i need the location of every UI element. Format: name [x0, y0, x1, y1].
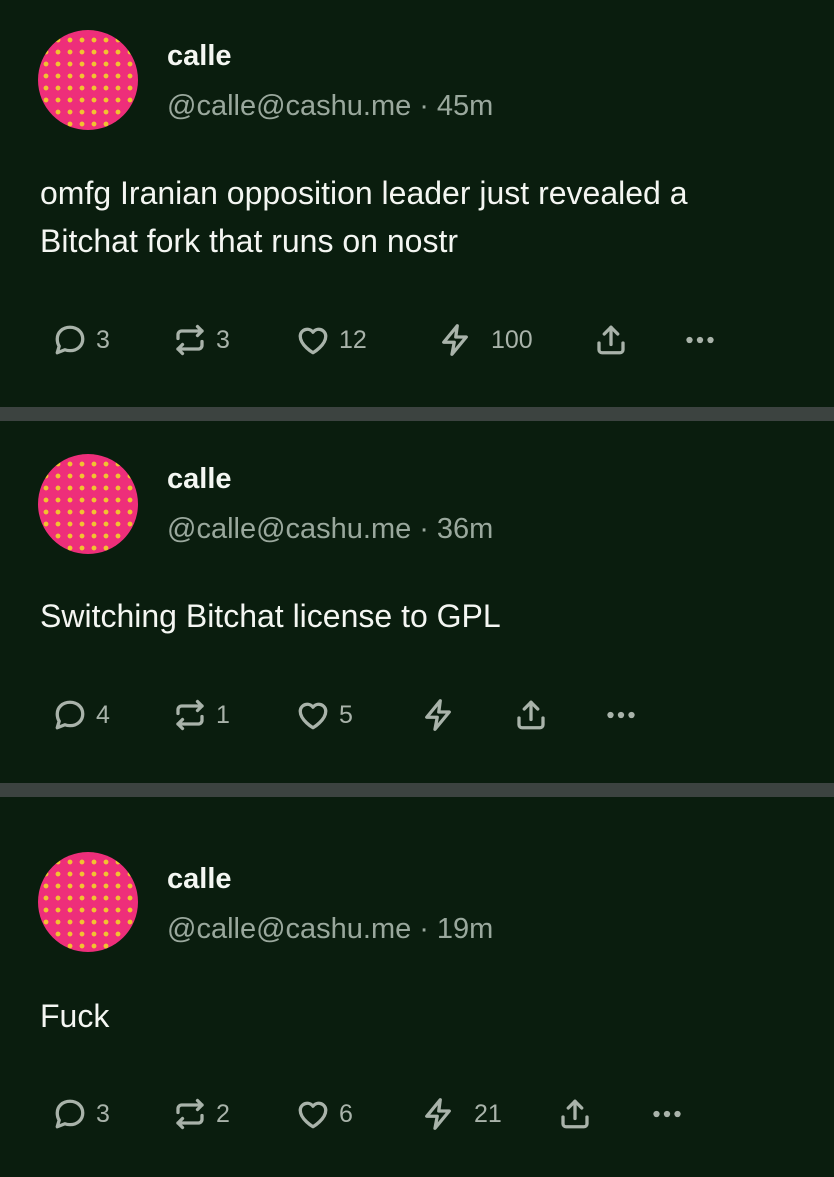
author-handle[interactable]: @calle@cashu.me: [167, 90, 411, 122]
zap-button[interactable]: 100: [437, 318, 533, 362]
author-handle-line: @calle@cashu.me · 19m: [167, 912, 493, 946]
reply-button[interactable]: 3: [52, 318, 110, 362]
share-button[interactable]: [513, 693, 549, 737]
share-icon: [597, 325, 625, 355]
post-time[interactable]: 45m: [437, 90, 493, 122]
post-content: Fuck: [40, 992, 810, 1040]
share-icon: [517, 700, 545, 730]
like-count: 12: [339, 325, 367, 354]
avatar[interactable]: [38, 454, 138, 554]
like-button[interactable]: 5: [295, 693, 353, 737]
share-button[interactable]: [593, 318, 629, 362]
post-content-line: omfg Iranian opposition leader just reve…: [40, 175, 688, 211]
separator-dot: ·: [419, 913, 429, 945]
reply-button[interactable]: 3: [52, 1092, 110, 1136]
more-icon: [607, 711, 635, 719]
like-count: 5: [339, 700, 353, 729]
reply-icon: [55, 325, 85, 355]
author-name[interactable]: calle: [167, 462, 232, 496]
like-button[interactable]: 12: [295, 318, 367, 362]
reply-count: 3: [96, 325, 110, 354]
post-divider: [0, 407, 834, 421]
more-button[interactable]: [649, 1092, 685, 1136]
repost-button[interactable]: 3: [172, 318, 230, 362]
author-handle-line: @calle@cashu.me · 36m: [167, 512, 493, 546]
like-icon: [298, 1101, 328, 1129]
more-icon: [653, 1110, 681, 1118]
author-name[interactable]: calle: [167, 862, 232, 896]
post-time[interactable]: 19m: [437, 913, 493, 945]
post-content-line: Bitchat fork that runs on nostr: [40, 223, 458, 259]
separator-dot: ·: [419, 513, 429, 545]
post-content-line: Fuck: [40, 998, 110, 1034]
post-content: Switching Bitchat license to GPL: [40, 592, 810, 640]
like-icon: [298, 702, 328, 730]
author-handle[interactable]: @calle@cashu.me: [167, 913, 411, 945]
zap-icon: [425, 1098, 451, 1130]
like-count: 6: [339, 1099, 353, 1128]
zap-icon: [442, 324, 468, 356]
zap-icon: [425, 699, 451, 731]
zap-button[interactable]: [420, 693, 464, 737]
share-button[interactable]: [557, 1092, 593, 1136]
post-content: omfg Iranian opposition leader just reve…: [40, 169, 810, 265]
like-icon: [298, 327, 328, 355]
more-icon: [686, 336, 714, 344]
more-button[interactable]: [682, 318, 718, 362]
repost-count: 1: [216, 700, 230, 729]
zap-count: 100: [491, 325, 533, 354]
reply-icon: [55, 1099, 85, 1129]
post-content-line: Switching Bitchat license to GPL: [40, 598, 501, 634]
repost-count: 3: [216, 325, 230, 354]
zap-count: 21: [474, 1099, 502, 1128]
reply-icon: [55, 700, 85, 730]
repost-icon: [176, 699, 204, 731]
repost-count: 2: [216, 1099, 230, 1128]
avatar[interactable]: [38, 30, 138, 130]
reply-button[interactable]: 4: [52, 693, 110, 737]
author-handle[interactable]: @calle@cashu.me: [167, 513, 411, 545]
post-divider: [0, 783, 834, 797]
repost-icon: [176, 324, 204, 356]
author-name[interactable]: calle: [167, 39, 232, 73]
repost-icon: [176, 1098, 204, 1130]
more-button[interactable]: [603, 693, 639, 737]
post[interactable]: [0, 797, 834, 1177]
reply-count: 3: [96, 1099, 110, 1128]
feed: calle @calle@cashu.me · 45m omfg Iranian o…: [0, 0, 834, 1177]
zap-button[interactable]: 21: [420, 1092, 502, 1136]
repost-button[interactable]: 1: [172, 693, 230, 737]
author-handle-line: @calle@cashu.me · 45m: [167, 89, 493, 123]
reply-count: 4: [96, 700, 110, 729]
share-icon: [561, 1099, 589, 1129]
post-time[interactable]: 36m: [437, 513, 493, 545]
separator-dot: ·: [419, 90, 429, 122]
like-button[interactable]: 6: [295, 1092, 353, 1136]
avatar[interactable]: [38, 852, 138, 952]
repost-button[interactable]: 2: [172, 1092, 230, 1136]
